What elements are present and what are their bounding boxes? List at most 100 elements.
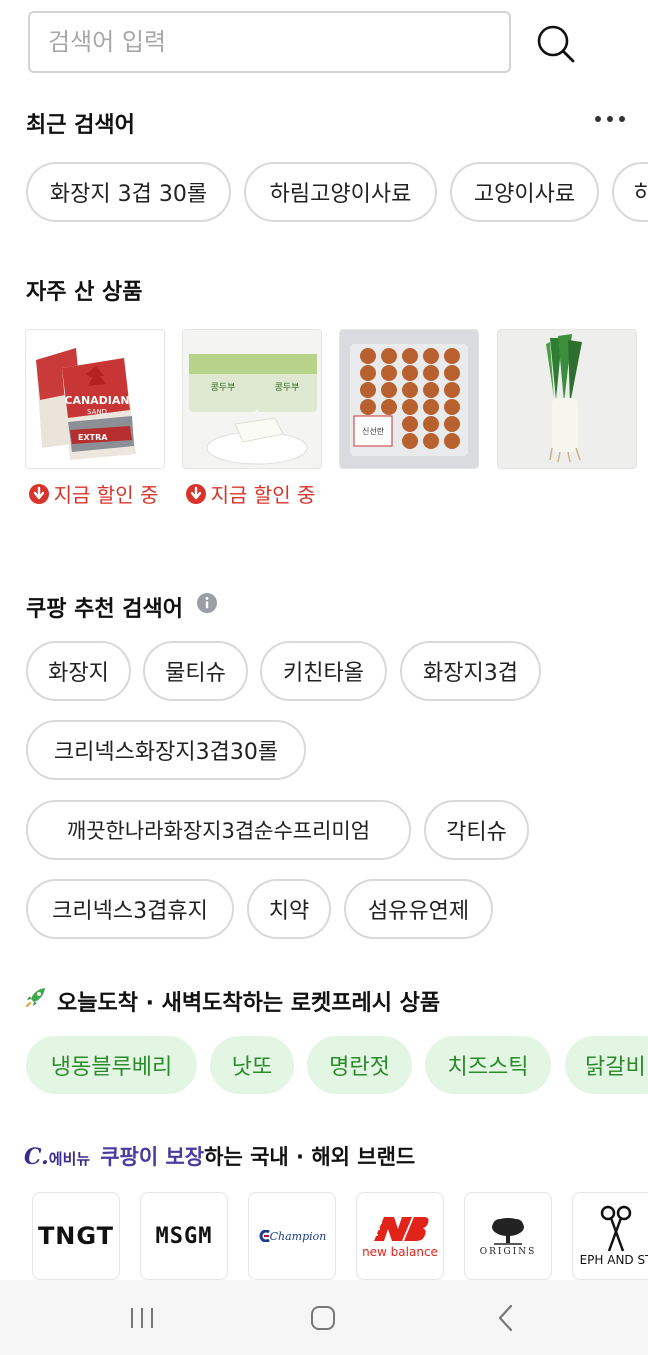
champion-logo-icon [259,1230,270,1242]
egg-shape [444,416,460,432]
search-input[interactable] [28,11,511,73]
egg-shape [402,399,418,415]
egg-shape [402,416,418,432]
egg-shape [360,382,376,398]
egg-shape [423,348,439,364]
fresh-product-chip[interactable]: 낫또 [210,1036,294,1094]
product-image-tofu[interactable]: 콩두부 콩두부 [182,329,322,469]
egg-shape [444,365,460,381]
egg-shape [402,433,418,449]
egg-shape [402,348,418,364]
egg-shape [381,382,397,398]
egg-shape [360,348,376,364]
recent-search-chip[interactable]: 고양이사료 [450,162,599,222]
c-avenue-logo-sub: 에비뉴 [48,1150,91,1168]
search-bar [0,0,648,90]
recent-search-chip[interactable]: 화장지 3겹 30롤 [26,162,231,222]
info-icon[interactable] [197,593,217,613]
brand-name: MSGM [155,1223,213,1249]
back-button[interactable] [486,1300,526,1336]
egg-shape [444,399,460,415]
recommended-searches-row: 크리넥스3겹휴지 치약 섬유유연제 [0,879,648,943]
search-icon[interactable] [536,24,576,64]
product-image-cat-litter[interactable]: CANADIAN SAND EXTRA [25,329,165,469]
brand-name: Champion [269,1229,327,1243]
fresh-product-chip[interactable]: 치즈스틱 [425,1036,551,1094]
brand-name: new balance [362,1245,438,1259]
brand-list: TNGT MSGM Champion new balance ORIGINS E… [0,1192,648,1280]
egg-shape [402,365,418,381]
egg-shape [381,348,397,364]
frequent-products-list: CANADIAN SAND EXTRA 지금 할인 중 콩두부 콩두부 지금 할… [0,329,648,559]
brand-name: ORIGINS [479,1247,537,1257]
recent-apps-icon [131,1308,153,1328]
recommended-search-chip[interactable]: 화장지 [26,641,131,701]
home-button[interactable] [303,1300,343,1336]
egg-shape [423,433,439,449]
rocket-fresh-list: 냉동블루베리 낫또 명란젓 치즈스틱 닭갈비 [0,1036,648,1100]
system-navigation-bar [0,1280,648,1355]
fresh-product-chip[interactable]: 닭갈비 [565,1036,648,1094]
recommended-search-chip[interactable]: 각티슈 [424,800,529,860]
recommended-search-chip[interactable]: 물티슈 [143,641,248,701]
discount-badge-text: 지금 할인 중 [53,483,159,507]
egg-shape [381,399,397,415]
brand-name: EPH AND ST [579,1253,648,1267]
product-image-eggs[interactable]: 신선란 [339,329,479,469]
recommended-search-chip[interactable]: 섬유유연제 [344,879,493,939]
recommended-search-chip[interactable]: 치약 [247,879,331,939]
recommended-search-chip[interactable]: 크리넥스화장지3겹30롤 [26,720,306,780]
back-icon [498,1304,513,1332]
product-pack-text: 신선란 [362,426,385,436]
discount-badge-text: 지금 할인 중 [210,483,316,507]
fresh-product-chip[interactable]: 냉동블루베리 [26,1036,197,1094]
origins-tree-icon [492,1218,524,1245]
brands-title: C.에비뉴 쿠팡이 보장하는 국내 · 해외 브랜드 [24,1141,415,1171]
egg-shape [444,433,460,449]
rocket-fresh-title: 오늘도착 · 새벽도착하는 로켓프레시 상품 [57,991,441,1016]
recommended-search-chip[interactable]: 키친타올 [260,641,387,701]
home-icon [311,1306,335,1330]
product-pack-text: 콩두부 [211,382,236,393]
recommended-search-chip[interactable]: 화장지3겹 [400,641,541,701]
brand-tile-tngt[interactable]: TNGT [32,1192,120,1280]
product-brand-text: CANADIAN [64,394,129,407]
brand-tile-new-balance[interactable]: new balance [356,1192,444,1280]
product-image-green-onion[interactable] [497,329,637,469]
recent-search-chip[interactable]: 하 [612,162,648,222]
recent-searches-title: 최근 검색어 [26,113,135,138]
brand-tile-champion[interactable]: Champion [248,1192,336,1280]
discount-badge: 지금 할인 중 [182,479,318,511]
recommended-searches-row: 깨끗한나라화장지3겹순수프리미엄 각티슈 [0,800,648,864]
c-avenue-logo: C. [24,1144,49,1170]
brand-tile-joseph-and-stacey[interactable]: EPH AND ST [572,1192,648,1280]
egg-shape [423,416,439,432]
egg-shape [381,365,397,381]
frequent-products-title: 자주 산 상품 [26,280,143,305]
egg-shape [360,365,376,381]
more-options-icon[interactable] [594,110,626,128]
rocket-icon [25,988,45,1008]
brands-title-rest: 하는 국내 · 해외 브랜드 [204,1145,416,1169]
egg-shape [360,399,376,415]
brand-name: TNGT [37,1222,115,1250]
egg-shape [444,348,460,364]
new-balance-logo-icon [368,1217,429,1241]
product-variant-text: EXTRA [78,433,108,442]
egg-shape [423,365,439,381]
recommended-search-chip[interactable]: 크리넥스3겹휴지 [26,879,234,939]
discount-arrow-icon [28,484,49,504]
fresh-product-chip[interactable]: 명란젓 [307,1036,412,1094]
recommended-searches-row: 화장지 물티슈 키친타올 화장지3겹 [0,641,648,705]
egg-shape [402,382,418,398]
recommended-searches-row: 크리넥스화장지3겹30롤 [0,720,648,784]
product-brand-subtext: SAND [87,408,107,416]
recent-search-chip[interactable]: 하림고양이사료 [244,162,437,222]
brands-title-highlight: 쿠팡이 보장 [100,1145,205,1169]
discount-badge: 지금 할인 중 [25,479,161,511]
brand-tile-msgm[interactable]: MSGM [140,1192,228,1280]
recommended-search-chip[interactable]: 깨끗한나라화장지3겹순수프리미엄 [26,800,411,860]
brand-tile-origins[interactable]: ORIGINS [464,1192,552,1280]
discount-arrow-icon [185,484,206,504]
recent-apps-button[interactable] [122,1300,162,1336]
